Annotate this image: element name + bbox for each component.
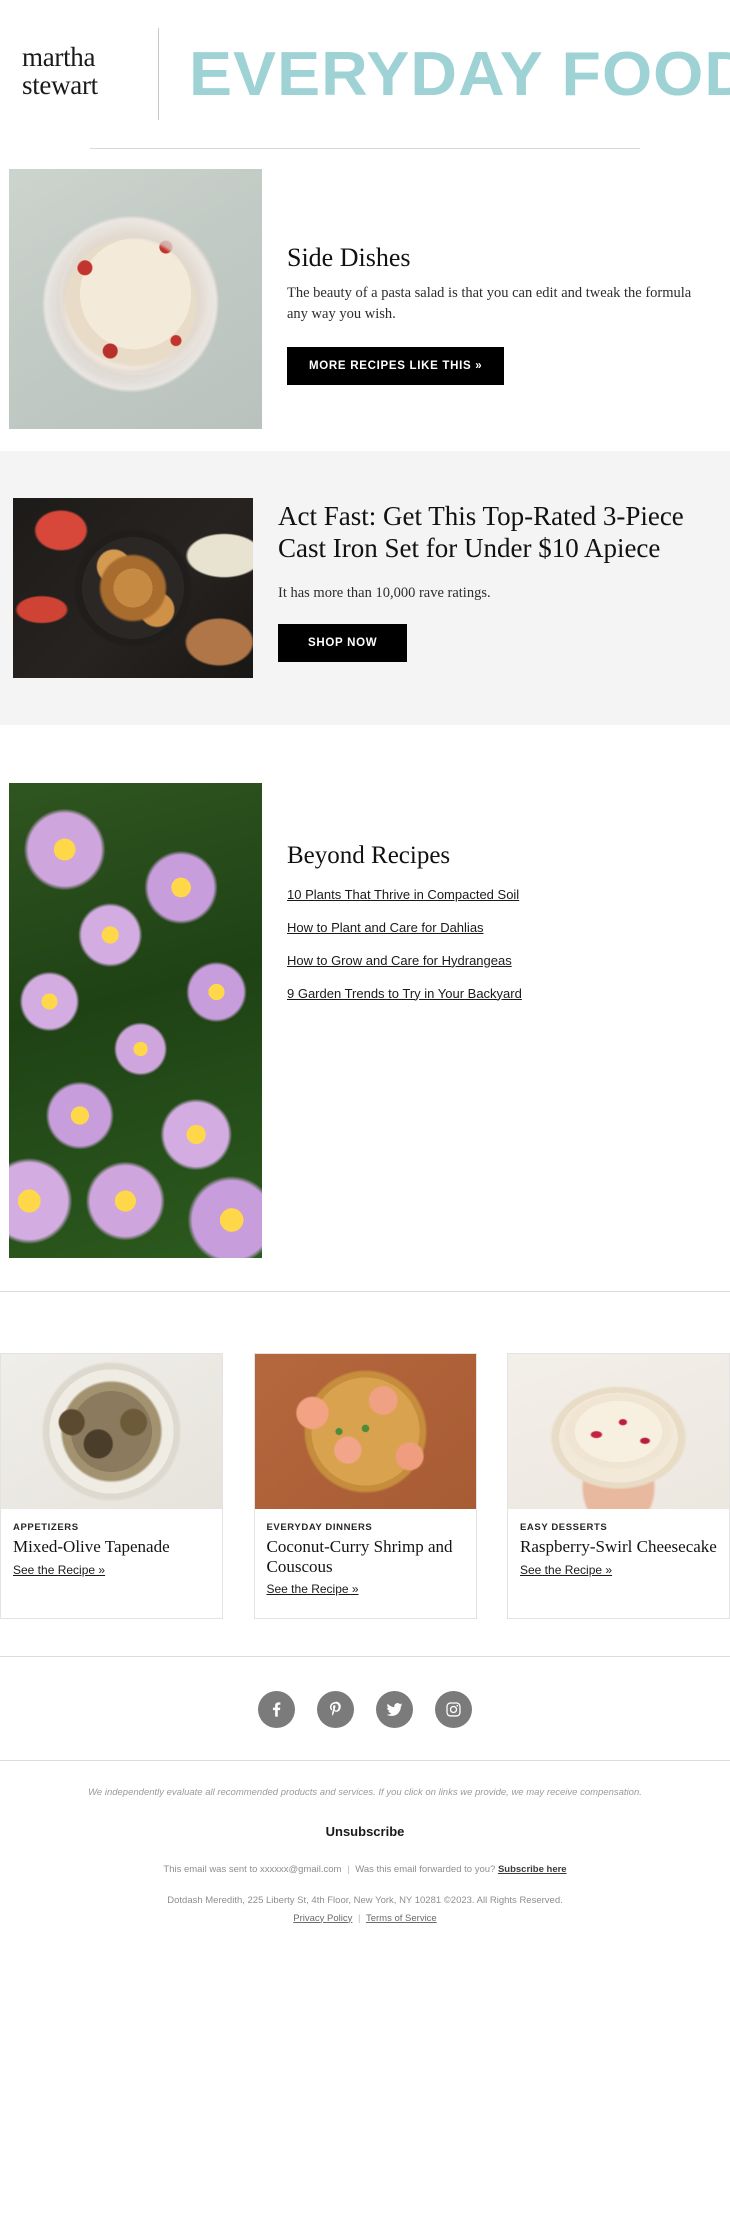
side-dishes-title: Side Dishes: [287, 243, 411, 272]
header-vertical-divider: [157, 28, 159, 120]
recipe-card-body: EVERYDAY DINNERS Coconut-Curry Shrimp an…: [255, 1509, 476, 1618]
see-the-recipe-link[interactable]: See the Recipe »: [13, 1563, 105, 1577]
subscribe-here-link[interactable]: Subscribe here: [498, 1864, 567, 1875]
see-the-recipe-link[interactable]: See the Recipe »: [267, 1582, 359, 1596]
legal-separator: |: [358, 1912, 361, 1924]
masthead-title: EVERYDAY FOOD: [188, 39, 730, 109]
email-header: martha stewart EVERYDAY FOOD: [0, 0, 730, 148]
sponsored-title: Act Fast: Get This Top-Rated 3-Piece Cas…: [278, 501, 684, 564]
twitter-icon[interactable]: [376, 1691, 413, 1729]
recipe-card-body: EASY DESSERTS Raspberry-Swirl Cheesecake…: [508, 1509, 729, 1599]
sponsored-content: Act Fast: Get This Top-Rated 3-Piece Cas…: [253, 498, 730, 662]
beyond-link-2[interactable]: How to Plant and Care for Dahlias: [287, 920, 712, 935]
side-dishes-content: Side Dishes The beauty of a pasta salad …: [262, 169, 730, 385]
recipe-card-title: Coconut-Curry Shrimp and Couscous: [266, 1537, 453, 1576]
side-dishes-photo[interactable]: [9, 169, 262, 429]
company-address: Dotdash Meredith, 225 Liberty St, 4th Fl…: [167, 1895, 563, 1907]
cast-iron-photo[interactable]: [13, 498, 253, 678]
unsubscribe-link[interactable]: Unsubscribe: [326, 1824, 405, 1839]
sent-to-text: This email was sent to xxxxxx@gmail.com: [163, 1863, 342, 1875]
recipe-card-category: APPETIZERS: [13, 1522, 79, 1533]
brand-line-1: martha: [22, 42, 96, 73]
recipe-card-image: [1, 1354, 222, 1509]
facebook-icon[interactable]: [258, 1691, 295, 1729]
forwarded-question: Was this email forwarded to you?: [355, 1863, 496, 1875]
more-recipes-button[interactable]: MORE RECIPES LIKE THIS »: [287, 346, 505, 385]
pinterest-icon[interactable]: [317, 1691, 354, 1729]
beyond-link-3[interactable]: How to Grow and Care for Hydrangeas: [287, 953, 712, 968]
sponsored-description: It has more than 10,000 rave ratings.: [278, 584, 491, 601]
section-beyond-recipes: Beyond Recipes 10 Plants That Thrive in …: [0, 783, 730, 1258]
email-footer: We independently evaluate all recommende…: [0, 1761, 730, 1927]
recipe-card-image: [508, 1354, 729, 1509]
flowers-photo[interactable]: [9, 783, 262, 1258]
beyond-link-1[interactable]: 10 Plants That Thrive in Compacted Soil: [287, 887, 712, 902]
instagram-icon[interactable]: [435, 1691, 472, 1729]
recipe-card-title: Mixed-Olive Tapenade: [13, 1537, 170, 1556]
terms-of-service-link[interactable]: Terms of Service: [366, 1913, 437, 1924]
recipe-card[interactable]: APPETIZERS Mixed-Olive Tapenade See the …: [0, 1353, 223, 1620]
recipe-card-grid: APPETIZERS Mixed-Olive Tapenade See the …: [0, 1353, 730, 1620]
beyond-recipes-title: Beyond Recipes: [287, 842, 451, 869]
side-dishes-description: The beauty of a pasta salad is that you …: [287, 284, 692, 322]
recipe-card-category: EVERYDAY DINNERS: [266, 1522, 373, 1533]
shop-now-button[interactable]: SHOP NOW: [278, 623, 408, 662]
legal-links: Privacy Policy | Terms of Service: [70, 1910, 660, 1928]
section-side-dishes: Side Dishes The beauty of a pasta salad …: [0, 149, 730, 429]
recipe-card-category: EASY DESSERTS: [520, 1522, 608, 1533]
beyond-recipes-content: Beyond Recipes 10 Plants That Thrive in …: [262, 783, 730, 1019]
beyond-recipes-link-list: 10 Plants That Thrive in Compacted Soil …: [287, 887, 712, 1001]
see-the-recipe-link[interactable]: See the Recipe »: [520, 1563, 612, 1577]
recipe-card-title: Raspberry-Swirl Cheesecake: [520, 1537, 717, 1556]
section-sponsored-product: Act Fast: Get This Top-Rated 3-Piece Cas…: [0, 451, 730, 725]
recipe-card-body: APPETIZERS Mixed-Olive Tapenade See the …: [1, 1509, 222, 1599]
beyond-link-4[interactable]: 9 Garden Trends to Try in Your Backyard: [287, 986, 712, 1001]
recipe-card[interactable]: EASY DESSERTS Raspberry-Swirl Cheesecake…: [507, 1353, 730, 1620]
brand-line-2: stewart: [22, 70, 98, 100]
martha-stewart-logo[interactable]: martha stewart: [22, 44, 144, 103]
privacy-policy-link[interactable]: Privacy Policy: [293, 1913, 352, 1924]
affiliate-disclaimer: We independently evaluate all recommende…: [88, 1787, 642, 1799]
recipient-line: This email was sent to xxxxxx@gmail.com …: [70, 1861, 660, 1879]
recipe-card-image: [254, 1354, 476, 1509]
social-links-row: [0, 1657, 730, 1760]
sent-separator: |: [347, 1863, 350, 1875]
recipe-card[interactable]: EVERYDAY DINNERS Coconut-Curry Shrimp an…: [253, 1353, 477, 1620]
